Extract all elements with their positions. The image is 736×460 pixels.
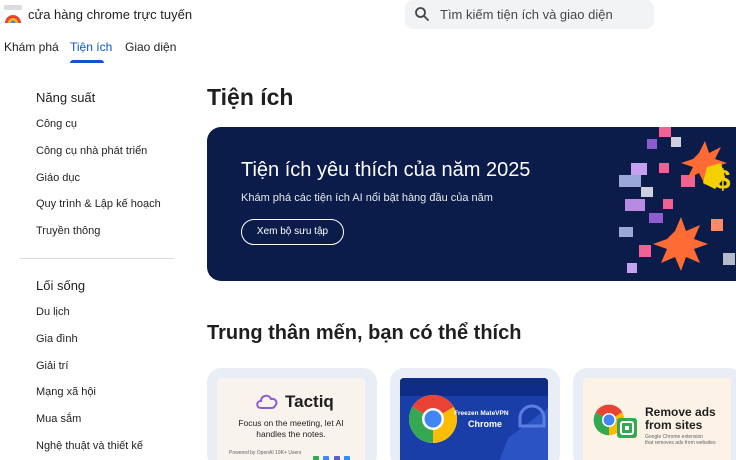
- sidebar-item-tools[interactable]: Công cụ: [36, 118, 77, 130]
- sidebar-item-travel[interactable]: Du lịch: [36, 306, 70, 318]
- top-bar: cửa hàng chrome trực tuyến Tìm kiếm tiện…: [0, 0, 736, 30]
- card-thumbnail: Remove ads from sites Google Chrome exte…: [583, 378, 731, 460]
- sidebar-item-developer-tools[interactable]: Công cụ nhà phát triển: [36, 145, 147, 157]
- card-title-line1: Remove ads: [645, 405, 716, 419]
- tab-kham-pha[interactable]: Khám phá: [4, 40, 59, 54]
- sidebar-heading-lifestyle: Lối sống: [36, 278, 86, 293]
- featured-banner[interactable]: Tiện ích yêu thích của năm 2025 Khám phá…: [207, 127, 736, 281]
- tab-giao-dien[interactable]: Giao diện: [125, 40, 176, 54]
- recommendations-title: Trung thân mến, bạn có thể thích: [207, 322, 522, 344]
- sidebar-item-family[interactable]: Gia đình: [36, 333, 78, 345]
- card-app-name: Tactiq: [285, 392, 334, 411]
- search-icon: [415, 7, 429, 21]
- sidebar-heading-productivity: Năng suất: [36, 90, 96, 105]
- sidebar-item-shopping[interactable]: Mua sắm: [36, 413, 81, 425]
- card-title-line2: from sites: [645, 418, 703, 432]
- meeting-apps-icon: [313, 449, 351, 460]
- tab-tien-ich[interactable]: Tiện ích: [70, 40, 112, 54]
- chrome-web-store-logo-icon[interactable]: [4, 5, 22, 23]
- tactiq-logo-icon: [256, 394, 278, 409]
- card-tagline-line2: handles the notes.: [256, 429, 326, 439]
- card-app-name: Chrome: [468, 419, 503, 429]
- card-thumbnail: Tactiq Focus on the meeting, let AI hand…: [217, 378, 365, 460]
- active-tab-indicator: [70, 60, 104, 63]
- card-sub-line2: that removes ads from websites: [645, 440, 716, 446]
- extension-card-vpn[interactable]: Freezen MateVPN Chrome: [390, 368, 560, 460]
- sidebar-item-communication[interactable]: Truyền thông: [36, 225, 100, 237]
- sidebar: Năng suất Công cụ Công cụ nhà phát triển…: [0, 80, 190, 460]
- svg-text:$: $: [715, 164, 731, 195]
- sidebar-divider: [20, 258, 174, 259]
- extension-card-tactiq[interactable]: Tactiq Focus on the meeting, let AI hand…: [207, 368, 377, 460]
- card-footer-text: Powered by OpenAI 19K+ Users: [229, 450, 302, 456]
- card-tagline-line1: Focus on the meeting, let AI: [238, 418, 344, 428]
- search-input[interactable]: Tìm kiếm tiện ích và giao diện: [440, 7, 613, 22]
- view-collection-button[interactable]: Xem bộ sưu tập: [241, 219, 344, 245]
- sidebar-item-social-media[interactable]: Mạng xã hội: [36, 386, 96, 398]
- page-title: Tiện ích: [207, 84, 294, 110]
- sidebar-item-workflow-planning[interactable]: Quy trình & Lập kế hoạch: [36, 198, 161, 210]
- sidebar-item-education[interactable]: Giáo dục: [36, 172, 80, 184]
- sidebar-item-entertainment[interactable]: Giải trí: [36, 360, 68, 372]
- ad-block-icon: [617, 418, 637, 438]
- banner-decorative-art: $: [619, 127, 736, 281]
- card-brand-name: Freezen MateVPN: [454, 410, 509, 417]
- banner-subtitle: Khám phá các tiện ích AI nổi bật hàng đầ…: [241, 192, 493, 204]
- card-thumbnail: Freezen MateVPN Chrome: [400, 378, 548, 460]
- extension-card-remove-ads[interactable]: Remove ads from sites Google Chrome exte…: [573, 368, 736, 460]
- store-title[interactable]: cửa hàng chrome trực tuyến: [28, 7, 192, 22]
- search-box[interactable]: Tìm kiếm tiện ích và giao diện: [405, 0, 654, 29]
- banner-title: Tiện ích yêu thích của năm 2025: [241, 159, 531, 181]
- chrome-logo-icon: [408, 394, 458, 443]
- sidebar-item-art-design[interactable]: Nghệ thuật và thiết kế: [36, 440, 143, 452]
